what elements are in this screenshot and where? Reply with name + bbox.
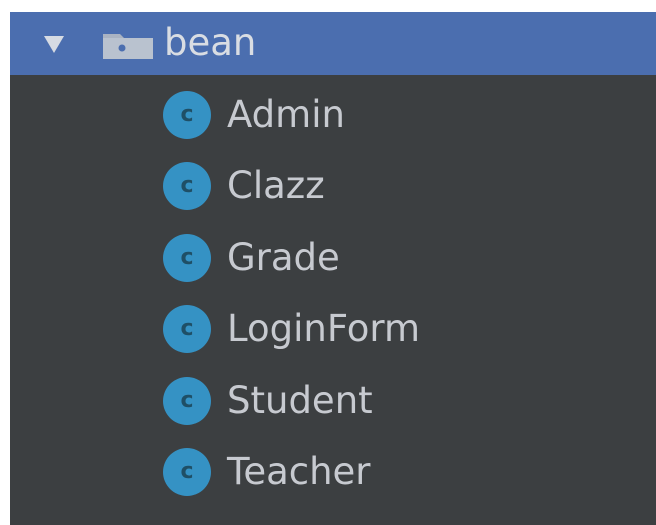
project-tree: bean c Admin c Clazz c Grade c LoginForm… [10,12,656,525]
class-label: Admin [227,93,345,136]
class-icon: c [163,234,211,282]
tree-item-class[interactable]: c Teacher [10,432,656,502]
tree-item-bean-folder[interactable]: bean [10,12,656,75]
class-label: Grade [227,236,340,279]
tree-item-class[interactable]: c Student [10,361,656,431]
class-icon: c [163,448,211,496]
class-label: Clazz [227,164,325,207]
class-icon: c [163,162,211,210]
class-icon: c [163,377,211,425]
expand-arrow-icon[interactable] [44,36,64,53]
class-icon: c [163,91,211,139]
class-icon: c [163,305,211,353]
folder-icon [103,34,153,59]
folder-label: bean [164,21,257,64]
tree-item-class[interactable]: c LoginForm [10,289,656,359]
class-label: Teacher [227,450,371,493]
tree-item-class[interactable]: c Clazz [10,146,656,216]
tree-item-class[interactable]: c Grade [10,218,656,288]
class-label: Student [227,379,373,422]
tree-item-class[interactable]: c Admin [10,75,656,145]
class-label: LoginForm [227,307,421,350]
